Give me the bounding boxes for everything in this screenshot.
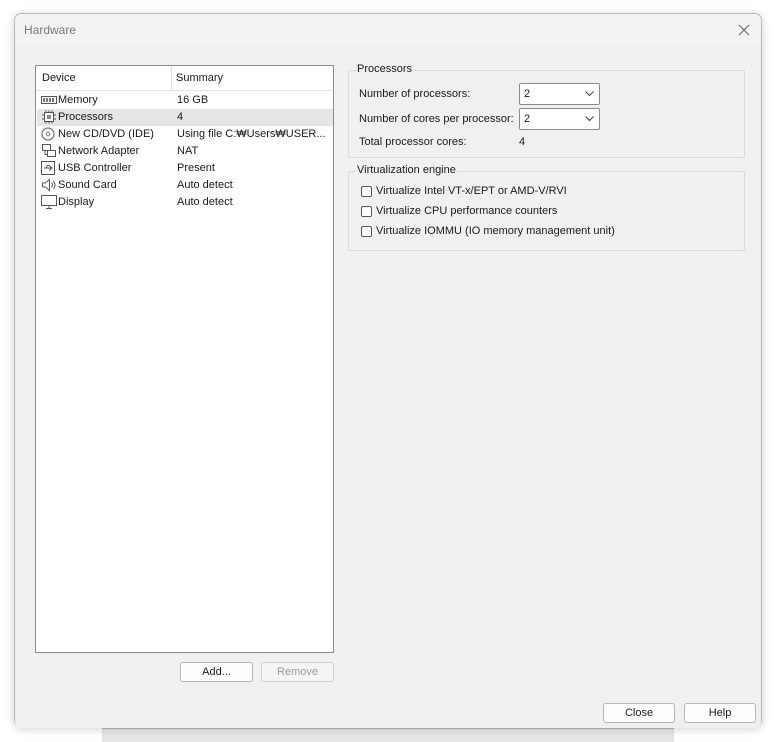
cores-per-processor-label: Number of cores per processor: <box>359 113 514 125</box>
device-summary: Using file C:₩Users₩USER... <box>177 128 326 140</box>
device-row-network-adapter[interactable]: Network Adapter NAT <box>37 143 333 160</box>
device-row-sound-card[interactable]: Sound Card Auto detect <box>37 177 333 194</box>
cd-dvd-icon <box>41 127 55 141</box>
column-header-summary[interactable]: Summary <box>176 72 223 84</box>
virtualization-group-title: Virtualization engine <box>356 164 457 176</box>
cores-per-processor-select[interactable]: 2 <box>519 108 600 130</box>
num-processors-label: Number of processors: <box>359 88 471 100</box>
device-row-processors[interactable]: Processors 4 <box>37 109 333 126</box>
usb-icon <box>41 161 55 175</box>
dialog-content: Device Summary Memory 16 GB Processors 4… <box>21 47 755 693</box>
device-summary: Auto detect <box>177 196 233 208</box>
num-processors-value: 2 <box>524 88 531 100</box>
device-list-header: Device Summary <box>36 66 333 91</box>
device-list[interactable]: Device Summary Memory 16 GB Processors 4… <box>35 65 334 653</box>
dialog-title: Hardware <box>24 23 77 37</box>
memory-icon <box>41 96 57 104</box>
num-processors-select[interactable]: 2 <box>519 83 600 105</box>
device-row-display[interactable]: Display Auto detect <box>37 194 333 211</box>
device-name: Memory <box>58 94 98 106</box>
background-window-edge <box>102 728 674 742</box>
sound-card-icon <box>42 178 56 192</box>
column-separator[interactable] <box>171 66 172 90</box>
device-summary: NAT <box>177 145 199 157</box>
dialog-footer: Close Help <box>15 694 761 728</box>
device-name: Processors <box>58 111 114 123</box>
processor-icon <box>42 110 56 124</box>
device-name: Sound Card <box>58 179 117 191</box>
iommu-checkbox[interactable] <box>361 226 372 237</box>
device-name: New CD/DVD (IDE) <box>58 128 154 140</box>
help-button[interactable]: Help <box>684 703 756 723</box>
cores-per-processor-value: 2 <box>524 113 531 125</box>
chevron-down-icon <box>585 116 594 122</box>
device-summary: Present <box>177 162 215 174</box>
remove-device-button[interactable]: Remove <box>261 662 334 682</box>
cpu-perf-counters-label[interactable]: Virtualize CPU performance counters <box>376 205 557 217</box>
processors-group-title: Processors <box>356 63 414 75</box>
iommu-label[interactable]: Virtualize IOMMU (IO memory management u… <box>376 225 615 237</box>
device-row-usb-controller[interactable]: USB Controller Present <box>37 160 333 177</box>
device-summary: 16 GB <box>177 94 209 106</box>
device-name: Network Adapter <box>58 145 140 157</box>
chevron-down-icon <box>585 91 594 97</box>
device-name: USB Controller <box>58 162 132 174</box>
virtualization-engine-group: Virtualization engine Virtualize Intel V… <box>348 164 745 251</box>
title-bar: Hardware <box>15 14 761 46</box>
processors-group: Processors Number of processors: 2 Numbe… <box>348 63 745 158</box>
device-summary: 4 <box>177 111 184 123</box>
total-cores-label: Total processor cores: <box>359 136 467 148</box>
device-row-cd-dvd[interactable]: New CD/DVD (IDE) Using file C:₩Users₩USE… <box>37 126 333 143</box>
device-name: Display <box>58 196 95 208</box>
device-row-memory[interactable]: Memory 16 GB <box>37 92 333 109</box>
network-adapter-icon <box>42 144 56 157</box>
add-device-button[interactable]: Add... <box>180 662 253 682</box>
hardware-dialog: Hardware Device Summary Memory 16 GB Pro… <box>14 13 762 728</box>
vtx-ept-checkbox[interactable] <box>361 186 372 197</box>
vtx-ept-label[interactable]: Virtualize Intel VT-x/EPT or AMD-V/RVI <box>376 185 567 197</box>
device-summary: Auto detect <box>177 179 233 191</box>
column-header-device[interactable]: Device <box>42 72 76 84</box>
close-icon <box>738 24 750 36</box>
close-window-button[interactable] <box>733 19 755 41</box>
display-icon <box>41 195 57 209</box>
cpu-perf-counters-checkbox[interactable] <box>361 206 372 217</box>
close-button[interactable]: Close <box>603 703 675 723</box>
total-cores-value: 4 <box>519 136 526 148</box>
